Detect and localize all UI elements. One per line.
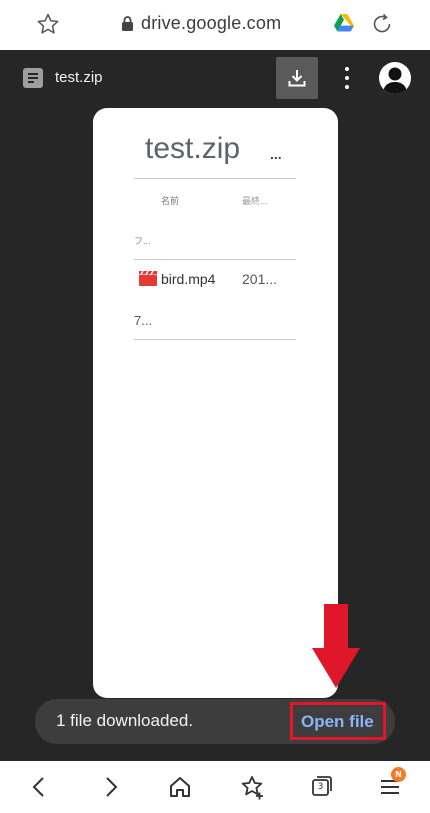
- bookmarks-icon[interactable]: [239, 774, 265, 800]
- account-avatar-icon[interactable]: [379, 62, 411, 94]
- download-button[interactable]: [276, 57, 318, 99]
- menu-badge: N: [391, 767, 406, 782]
- divider: [134, 178, 296, 179]
- bookmark-star-icon[interactable]: [36, 12, 60, 36]
- column-header-modified: 最終...: [242, 196, 268, 206]
- divider: [134, 259, 296, 260]
- google-drive-icon[interactable]: [334, 14, 354, 32]
- file-title: test.zip: [55, 69, 103, 86]
- forward-icon[interactable]: [98, 774, 124, 800]
- file-row-name[interactable]: bird.mp4: [161, 271, 215, 287]
- video-clapper-icon: [139, 271, 157, 286]
- url-text[interactable]: drive.google.com: [141, 13, 281, 34]
- tabs-button[interactable]: 3: [308, 774, 334, 800]
- folder-row-label[interactable]: フ...: [134, 234, 151, 247]
- zip-title: test.zip: [145, 132, 241, 165]
- zip-title-more: ...: [270, 146, 282, 162]
- file-row-size: 7...: [134, 313, 153, 328]
- home-icon[interactable]: [167, 774, 193, 800]
- download-toast: 1 file downloaded. Open file: [35, 699, 395, 744]
- open-file-button[interactable]: Open file: [290, 702, 386, 740]
- divider: [134, 339, 296, 340]
- reload-icon[interactable]: [370, 12, 394, 36]
- viewer-header: test.zip: [0, 50, 430, 106]
- document-icon: [23, 68, 43, 88]
- annotation-arrow-icon: [312, 604, 360, 688]
- tabs-count: 3: [317, 782, 324, 792]
- column-header-name: 名前: [161, 196, 180, 206]
- open-file-label: Open file: [301, 712, 374, 731]
- toast-message: 1 file downloaded.: [56, 711, 194, 730]
- zip-preview-card: test.zip ... 名前 最終... フ... bird.mp4 201.…: [93, 108, 338, 698]
- file-row-date: 201...: [242, 271, 278, 287]
- lock-icon: [122, 16, 133, 31]
- bottom-nav-bar: 3: [0, 761, 430, 813]
- download-icon: [288, 70, 306, 87]
- browser-url-bar: drive.google.com: [0, 0, 430, 50]
- more-vert-icon[interactable]: [337, 64, 357, 92]
- back-icon[interactable]: [26, 774, 52, 800]
